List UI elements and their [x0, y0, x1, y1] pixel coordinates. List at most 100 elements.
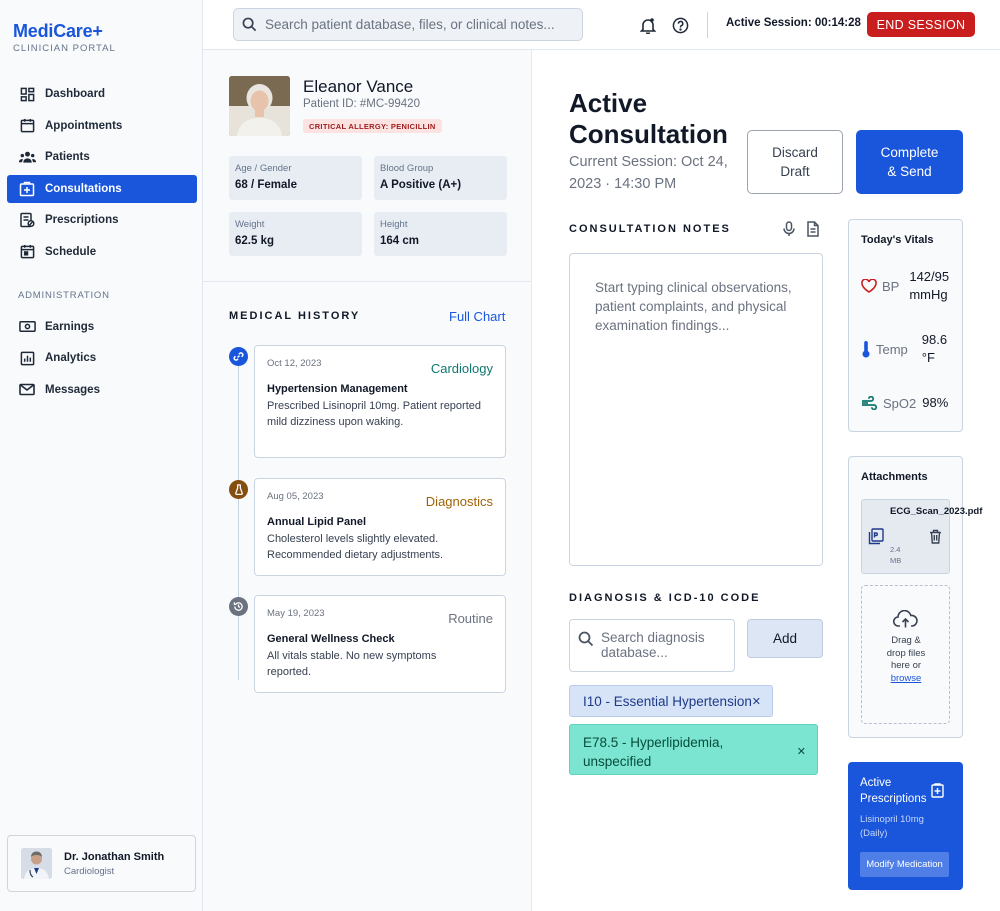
prescriptions-title: Active Prescriptions — [860, 777, 927, 805]
complete-send-button[interactable]: Complete & Send — [856, 130, 963, 194]
discard-draft-button[interactable]: Discard Draft — [747, 130, 843, 194]
remove-diagnosis-button[interactable]: ✕ — [752, 695, 761, 708]
history-entry-diagnostics[interactable]: Aug 05, 2023 Diagnostics Annual Lipid Pa… — [254, 478, 506, 576]
search-input[interactable] — [265, 17, 565, 32]
diagnosis-chip-label: E78.5 - Hyperlipidemia, unspecified — [583, 735, 724, 769]
patient-id: Patient ID: #MC-99420 — [303, 98, 420, 110]
history-title: Hypertension Management — [267, 383, 408, 395]
timeline-line — [238, 355, 239, 680]
vital-value: 98% — [922, 395, 949, 410]
flask-icon — [229, 480, 248, 499]
consultation-notes-title: CONSULTATION NOTES — [569, 223, 731, 235]
vital-value: 98.6 °F — [921, 332, 948, 365]
stat-label: Weight — [235, 219, 265, 230]
history-title: General Wellness Check — [267, 633, 395, 645]
diagnosis-search[interactable] — [569, 619, 735, 672]
sidebar-item-dashboard[interactable]: Dashboard — [7, 80, 197, 108]
remove-diagnosis-button[interactable]: ✕ — [797, 743, 806, 762]
doctor-role: Cardiologist — [64, 865, 115, 877]
trash-icon[interactable] — [929, 529, 942, 549]
doctor-profile-card[interactable]: Dr. Jonathan Smith Cardiologist — [7, 835, 196, 892]
page-title: Active Consultation — [569, 88, 728, 149]
stat-weight: Weight 62.5 kg — [229, 212, 362, 256]
vital-value: 142/95 mmHg — [909, 269, 950, 302]
prescription-icon — [18, 211, 36, 229]
analytics-icon — [18, 349, 36, 367]
history-description: Prescribed Lisinopril 10mg. Patient repo… — [267, 399, 493, 430]
patient-panel: Eleanor Vance Patient ID: #MC-99420 CRIT… — [203, 50, 532, 911]
stat-blood-group: Blood Group A Positive (A+) — [374, 156, 507, 200]
sidebar-item-schedule[interactable]: Schedule — [7, 238, 197, 266]
stat-value: A Positive (A+) — [380, 179, 462, 191]
brand-name: MediCare+ — [13, 21, 103, 41]
microphone-icon[interactable] — [782, 221, 796, 242]
brand-subtitle: CLINICIAN PORTAL — [13, 43, 116, 54]
diagnosis-chip-label: I10 - Essential Hypertension — [583, 693, 752, 709]
sidebar-item-analytics[interactable]: Analytics — [7, 344, 197, 372]
sidebar-item-consultations[interactable]: Consultations — [7, 174, 197, 203]
history-entry-cardiology[interactable]: Oct 12, 2023 Cardiology Hypertension Man… — [254, 345, 506, 458]
brand[interactable]: MediCare+ CLINICIAN PORTAL — [13, 21, 116, 54]
sidebar-item-patients[interactable]: Patients — [7, 143, 197, 171]
modify-medication-button[interactable]: Modify Medication — [860, 852, 949, 877]
attachment-file[interactable]: ECG_Scan_2023.pdf 2.4 MB — [861, 499, 982, 574]
history-tag: Diagnostics — [425, 494, 493, 509]
sidebar: MediCare+ CLINICIAN PORTAL Dashboard App… — [0, 0, 203, 911]
dashboard-icon — [18, 85, 36, 103]
global-search[interactable] — [233, 8, 583, 41]
search-icon — [578, 631, 594, 652]
document-icon[interactable] — [806, 221, 820, 242]
stat-age-gender: Age / Gender 68 / Female — [229, 156, 362, 200]
end-session-button[interactable]: END SESSION — [867, 12, 975, 37]
attachment-file-size: 2.4 MB — [890, 545, 902, 565]
medical-plus-icon — [18, 180, 36, 198]
vitals-card: Today's Vitals BP 142/95 mmHg Temp 98.6 … — [848, 219, 963, 432]
complete-label: Complete & Send — [880, 145, 939, 179]
vital-label: BP — [882, 278, 900, 294]
vital-bp: BP 142/95 mmHg — [861, 268, 953, 304]
consultation-notes-input[interactable] — [595, 278, 797, 541]
section-divider — [203, 281, 531, 282]
add-prescription-icon[interactable] — [931, 783, 944, 803]
patient-photo — [229, 76, 290, 136]
schedule-icon — [18, 243, 36, 261]
history-title: Annual Lipid Panel — [267, 516, 367, 528]
vital-temp: Temp 98.6 °F — [861, 331, 952, 367]
history-desc-line: Cholesterol levels slightly elevated. — [267, 533, 439, 545]
sidebar-item-label: Schedule — [45, 245, 97, 258]
stat-height: Height 164 cm — [374, 212, 507, 256]
consultation-notes-box — [569, 253, 823, 566]
diagnosis-search-input[interactable] — [601, 630, 726, 668]
help-icon[interactable] — [670, 15, 690, 35]
history-desc-line: Recommended dietary adjustments. — [267, 548, 444, 561]
history-desc-line: mild dizziness upon waking. — [267, 415, 404, 428]
pdf-file-icon — [868, 528, 884, 550]
sidebar-item-appointments[interactable]: Appointments — [7, 112, 197, 140]
heart-icon — [861, 279, 877, 293]
sidebar-item-earnings[interactable]: Earnings — [7, 313, 197, 341]
stat-label: Blood Group — [380, 163, 434, 174]
stat-label: Height — [380, 219, 408, 230]
session-timer: Active Session: 00:14:28 — [726, 17, 861, 29]
users-icon — [18, 148, 36, 166]
diagnosis-chip: I10 - Essential Hypertension ✕ — [569, 685, 773, 717]
add-diagnosis-button[interactable]: Add — [747, 619, 823, 658]
full-chart-link[interactable]: Full Chart — [449, 309, 505, 324]
history-entry-routine[interactable]: May 19, 2023 Routine General Wellness Ch… — [254, 595, 506, 693]
money-icon — [18, 318, 36, 336]
sidebar-item-messages[interactable]: Messages — [7, 376, 197, 404]
vitals-title: Today's Vitals — [861, 234, 934, 246]
sidebar-item-label: Prescriptions — [45, 214, 119, 226]
thermometer-icon — [861, 340, 871, 358]
medical-history-title: MEDICAL HISTORY — [229, 310, 361, 322]
history-desc-line: All vitals stable. No new symptoms — [267, 650, 437, 662]
prescription-medication: Lisinopril 10mg (Daily) — [860, 814, 924, 839]
cloud-upload-icon — [892, 609, 918, 634]
sidebar-item-prescriptions[interactable]: Prescriptions — [7, 206, 197, 234]
doctor-avatar — [21, 848, 52, 879]
diagnosis-title: DIAGNOSIS & ICD-10 CODE — [569, 592, 761, 604]
notification-bell-icon[interactable] — [638, 15, 658, 35]
browse-link[interactable]: browse — [891, 673, 922, 684]
stat-value: 164 cm — [380, 235, 420, 247]
file-drop-zone[interactable]: Drag & drop files here or browse — [861, 585, 950, 724]
